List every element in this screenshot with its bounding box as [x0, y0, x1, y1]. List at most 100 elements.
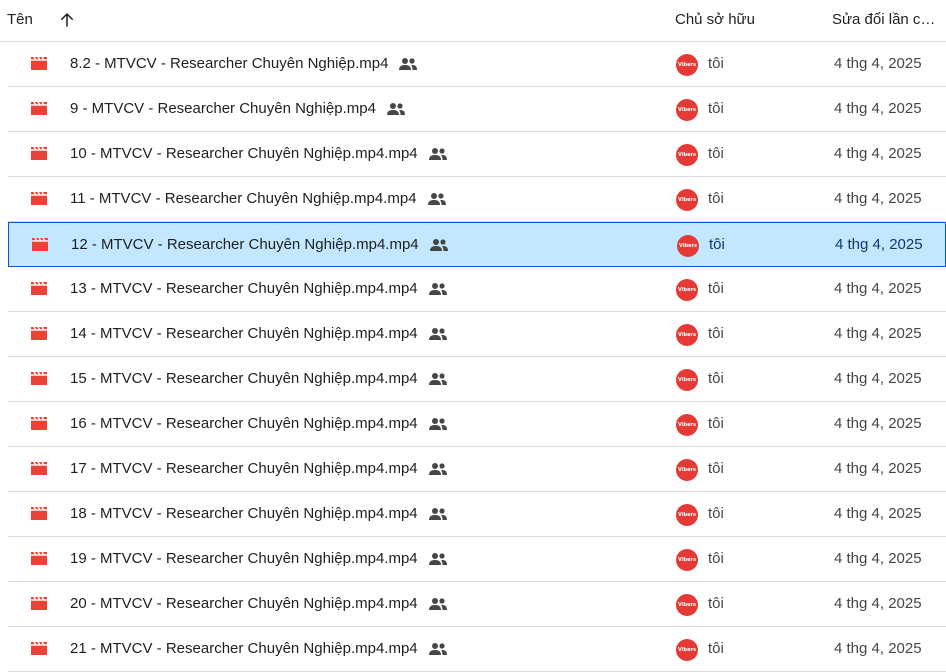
- video-file-icon: [31, 326, 47, 340]
- modified-date: 4 thg 4, 2025: [834, 100, 922, 117]
- people-icon: [428, 283, 447, 296]
- file-name-text: 15 - MTVCV - Researcher Chuyên Nghiệp.mp…: [70, 370, 418, 387]
- file-name-text: 19 - MTVCV - Researcher Chuyên Nghiệp.mp…: [70, 550, 418, 567]
- file-name[interactable]: 8.2 - MTVCV - Researcher Chuyên Nghiệp.m…: [70, 55, 418, 72]
- file-row[interactable]: 19 - MTVCV - Researcher Chuyên Nghiệp.mp…: [8, 537, 946, 582]
- people-icon: [428, 508, 447, 521]
- file-row[interactable]: 15 - MTVCV - Researcher Chuyên Nghiệp.mp…: [8, 357, 946, 402]
- owner-name: tôi: [708, 370, 724, 387]
- avatar: Vibers: [676, 99, 698, 121]
- file-list: 8.2 - MTVCV - Researcher Chuyên Nghiệp.m…: [8, 42, 946, 672]
- file-name-text: 9 - MTVCV - Researcher Chuyên Nghiệp.mp4: [70, 100, 376, 117]
- people-icon: [428, 418, 447, 431]
- file-name[interactable]: 14 - MTVCV - Researcher Chuyên Nghiệp.mp…: [70, 325, 448, 342]
- owner-name: tôi: [708, 280, 724, 297]
- avatar: Vibers: [676, 324, 698, 346]
- file-row[interactable]: 18 - MTVCV - Researcher Chuyên Nghiệp.mp…: [8, 492, 946, 537]
- video-file-icon: [31, 371, 47, 385]
- modified-date: 4 thg 4, 2025: [834, 550, 922, 567]
- file-name-text: 14 - MTVCV - Researcher Chuyên Nghiệp.mp…: [70, 325, 418, 342]
- column-header-row: Tên Chủ sở hữu Sửa đổi lần c…: [0, 0, 946, 42]
- file-row[interactable]: 13 - MTVCV - Researcher Chuyên Nghiệp.mp…: [8, 267, 946, 312]
- file-name[interactable]: 17 - MTVCV - Researcher Chuyên Nghiệp.mp…: [70, 460, 448, 477]
- owner-name: tôi: [708, 100, 724, 117]
- owner-name: tôi: [708, 190, 724, 207]
- people-icon: [428, 553, 447, 566]
- file-row[interactable]: 16 - MTVCV - Researcher Chuyên Nghiệp.mp…: [8, 402, 946, 447]
- file-row[interactable]: 9 - MTVCV - Researcher Chuyên Nghiệp.mp4…: [8, 87, 946, 132]
- modified-date: 4 thg 4, 2025: [834, 145, 922, 162]
- file-name[interactable]: 19 - MTVCV - Researcher Chuyên Nghiệp.mp…: [70, 550, 448, 567]
- modified-date: 4 thg 4, 2025: [834, 415, 922, 432]
- video-file-icon: [31, 596, 47, 610]
- people-icon: [428, 598, 447, 611]
- avatar: Vibers: [676, 279, 698, 301]
- avatar: Vibers: [676, 54, 698, 76]
- video-file-icon: [31, 281, 47, 295]
- avatar: Vibers: [676, 369, 698, 391]
- file-name[interactable]: 15 - MTVCV - Researcher Chuyên Nghiệp.mp…: [70, 370, 448, 387]
- owner-name: tôi: [708, 550, 724, 567]
- file-name[interactable]: 21 - MTVCV - Researcher Chuyên Nghiệp.mp…: [70, 640, 448, 657]
- video-file-icon: [31, 641, 47, 655]
- file-row[interactable]: 11 - MTVCV - Researcher Chuyên Nghiệp.mp…: [8, 177, 946, 222]
- file-row[interactable]: 21 - MTVCV - Researcher Chuyên Nghiệp.mp…: [8, 627, 946, 672]
- people-icon: [386, 103, 405, 116]
- file-row[interactable]: 14 - MTVCV - Researcher Chuyên Nghiệp.mp…: [8, 312, 946, 357]
- modified-date: 4 thg 4, 2025: [835, 236, 923, 253]
- file-name[interactable]: 12 - MTVCV - Researcher Chuyên Nghiệp.mp…: [71, 236, 449, 253]
- modified-date: 4 thg 4, 2025: [834, 190, 922, 207]
- column-header-modified[interactable]: Sửa đổi lần c…: [832, 11, 935, 28]
- file-name-text: 16 - MTVCV - Researcher Chuyên Nghiệp.mp…: [70, 415, 418, 432]
- owner-name: tôi: [708, 415, 724, 432]
- people-icon: [399, 58, 418, 71]
- people-icon: [429, 239, 448, 252]
- column-header-owner[interactable]: Chủ sở hữu: [675, 11, 755, 28]
- modified-date: 4 thg 4, 2025: [834, 280, 922, 297]
- file-name[interactable]: 20 - MTVCV - Researcher Chuyên Nghiệp.mp…: [70, 595, 448, 612]
- video-file-icon: [31, 56, 47, 70]
- video-file-icon: [32, 237, 48, 251]
- column-header-name[interactable]: Tên: [7, 11, 33, 28]
- avatar: Vibers: [676, 414, 698, 436]
- file-name[interactable]: 16 - MTVCV - Researcher Chuyên Nghiệp.mp…: [70, 415, 448, 432]
- owner-name: tôi: [708, 505, 724, 522]
- people-icon: [427, 193, 446, 206]
- modified-date: 4 thg 4, 2025: [834, 640, 922, 657]
- file-row[interactable]: 12 - MTVCV - Researcher Chuyên Nghiệp.mp…: [8, 222, 946, 267]
- file-name[interactable]: 10 - MTVCV - Researcher Chuyên Nghiệp.mp…: [70, 145, 448, 162]
- file-name[interactable]: 9 - MTVCV - Researcher Chuyên Nghiệp.mp4: [70, 100, 406, 117]
- people-icon: [428, 463, 447, 476]
- file-row[interactable]: 10 - MTVCV - Researcher Chuyên Nghiệp.mp…: [8, 132, 946, 177]
- modified-date: 4 thg 4, 2025: [834, 55, 922, 72]
- file-name[interactable]: 11 - MTVCV - Researcher Chuyên Nghiệp.mp…: [70, 190, 447, 207]
- video-file-icon: [31, 506, 47, 520]
- people-icon: [428, 643, 447, 656]
- avatar: Vibers: [676, 594, 698, 616]
- arrow-up-icon[interactable]: [58, 11, 76, 29]
- file-name[interactable]: 13 - MTVCV - Researcher Chuyên Nghiệp.mp…: [70, 280, 448, 297]
- file-name-text: 21 - MTVCV - Researcher Chuyên Nghiệp.mp…: [70, 640, 418, 657]
- avatar: Vibers: [677, 235, 699, 257]
- avatar: Vibers: [676, 504, 698, 526]
- modified-date: 4 thg 4, 2025: [834, 460, 922, 477]
- video-file-icon: [31, 461, 47, 475]
- modified-date: 4 thg 4, 2025: [834, 370, 922, 387]
- file-name[interactable]: 18 - MTVCV - Researcher Chuyên Nghiệp.mp…: [70, 505, 448, 522]
- owner-name: tôi: [709, 236, 725, 253]
- file-name-text: 12 - MTVCV - Researcher Chuyên Nghiệp.mp…: [71, 236, 419, 253]
- file-name-text: 18 - MTVCV - Researcher Chuyên Nghiệp.mp…: [70, 505, 418, 522]
- modified-date: 4 thg 4, 2025: [834, 325, 922, 342]
- file-row[interactable]: 20 - MTVCV - Researcher Chuyên Nghiệp.mp…: [8, 582, 946, 627]
- file-name-text: 20 - MTVCV - Researcher Chuyên Nghiệp.mp…: [70, 595, 418, 612]
- avatar: Vibers: [676, 459, 698, 481]
- avatar: Vibers: [676, 639, 698, 661]
- file-name-text: 10 - MTVCV - Researcher Chuyên Nghiệp.mp…: [70, 145, 418, 162]
- file-row[interactable]: 17 - MTVCV - Researcher Chuyên Nghiệp.mp…: [8, 447, 946, 492]
- video-file-icon: [31, 191, 47, 205]
- people-icon: [428, 373, 447, 386]
- owner-name: tôi: [708, 640, 724, 657]
- file-name-text: 13 - MTVCV - Researcher Chuyên Nghiệp.mp…: [70, 280, 418, 297]
- video-file-icon: [31, 146, 47, 160]
- file-row[interactable]: 8.2 - MTVCV - Researcher Chuyên Nghiệp.m…: [8, 42, 946, 87]
